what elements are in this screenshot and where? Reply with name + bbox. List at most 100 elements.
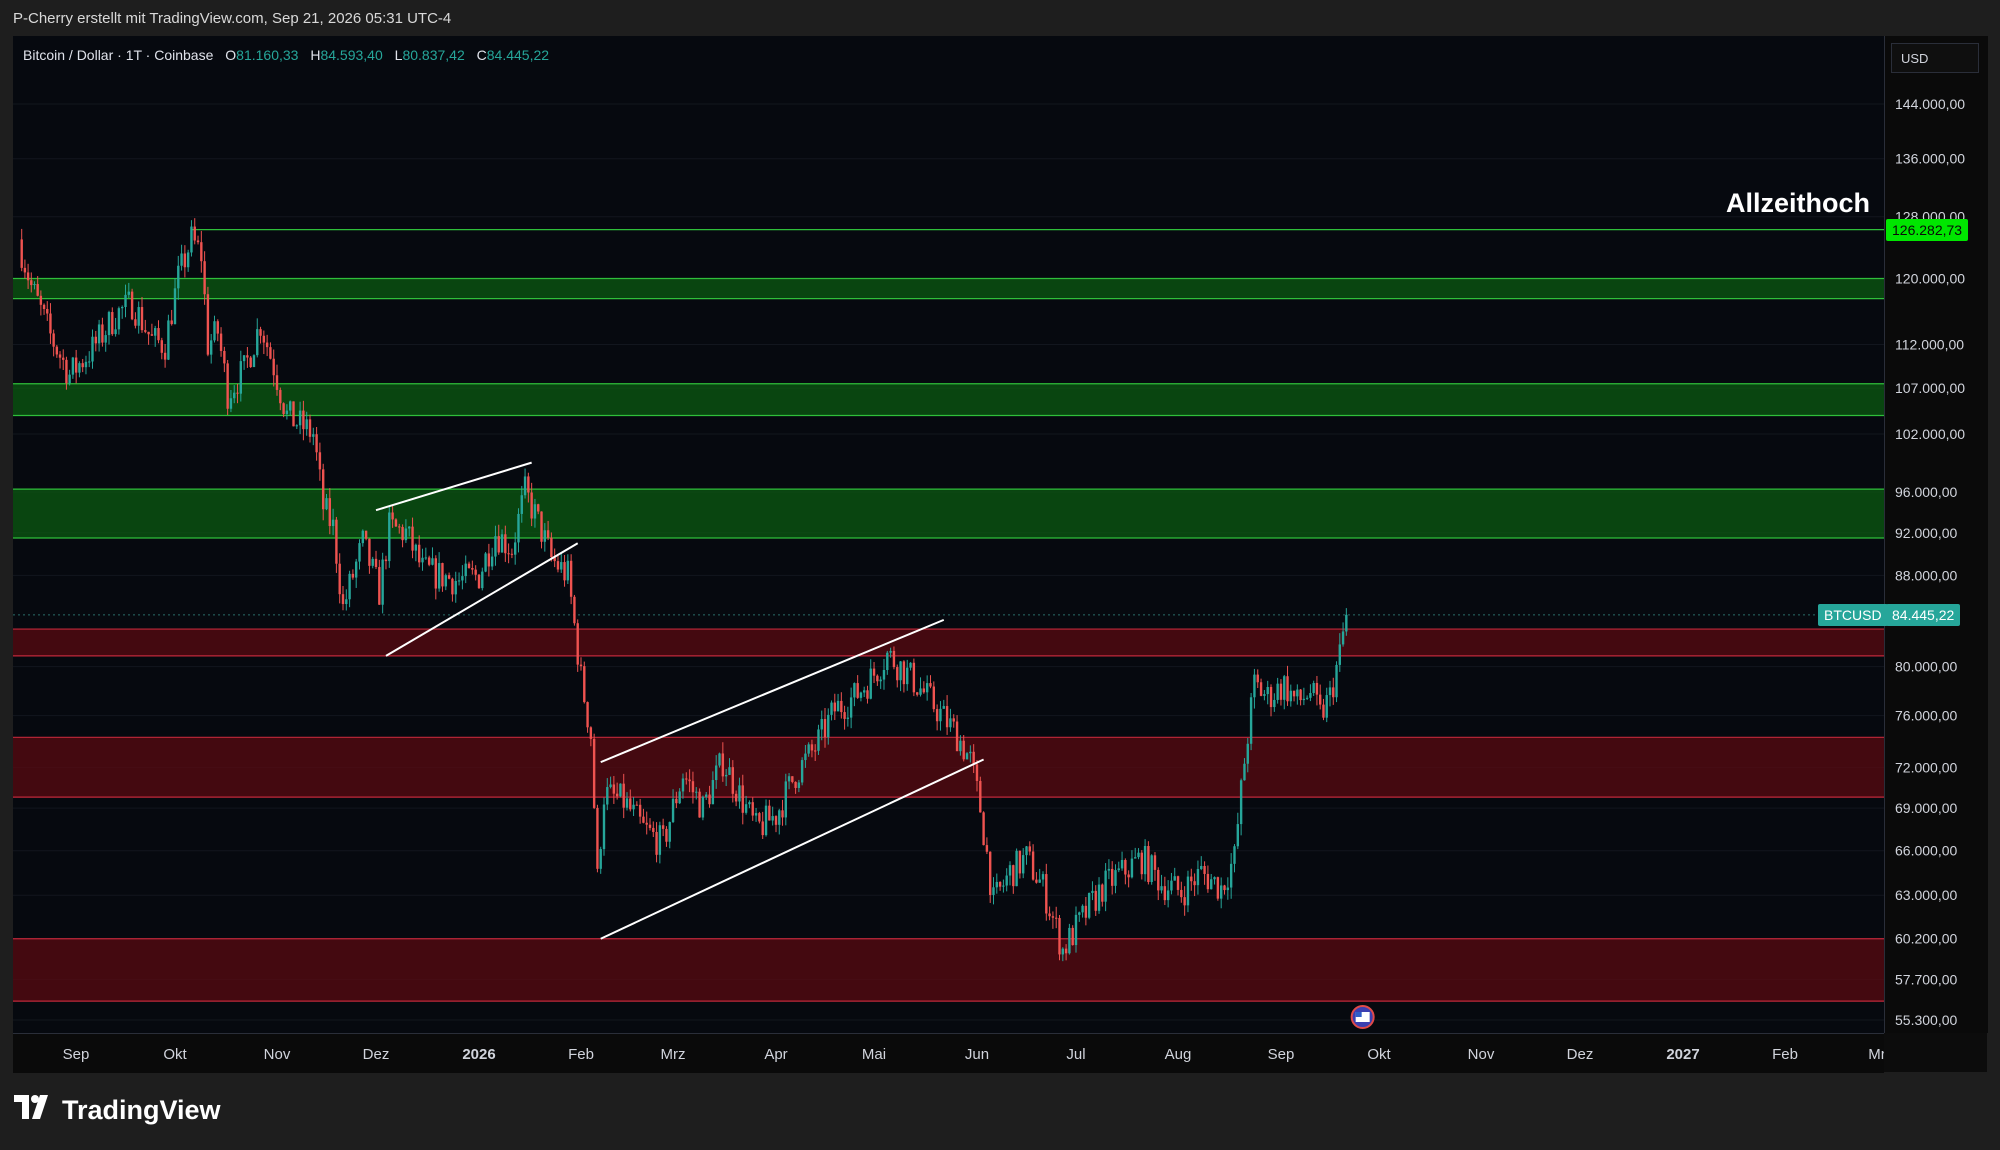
candle-up bbox=[728, 767, 731, 775]
candle-up bbox=[256, 329, 259, 356]
candle-up bbox=[1345, 614, 1348, 632]
candle-down bbox=[1203, 865, 1206, 874]
currency-selector[interactable]: USD bbox=[1891, 43, 1979, 73]
tradingview-logo[interactable]: TradingView bbox=[14, 1095, 221, 1126]
candle-down bbox=[477, 574, 481, 589]
candle-down bbox=[335, 519, 338, 564]
candle-down bbox=[912, 662, 916, 693]
candle-up bbox=[1289, 690, 1292, 702]
candle-up bbox=[298, 410, 302, 426]
candle-down bbox=[308, 419, 312, 437]
candle-down bbox=[688, 779, 691, 782]
candle-up bbox=[97, 324, 101, 344]
candle-up bbox=[771, 816, 774, 821]
candle-up bbox=[797, 782, 801, 788]
candle-down bbox=[1140, 852, 1144, 875]
candle-down bbox=[101, 324, 104, 343]
candle-down bbox=[368, 538, 371, 566]
chart-svg[interactable] bbox=[13, 36, 1884, 1033]
time-axis[interactable]: Sep Okt Nov Dez 2026 Feb Mrz Apr Mai Jun Jul Aug Sep… bbox=[13, 1033, 1886, 1073]
time-tick-label: 2027 bbox=[1666, 1046, 1699, 1063]
price-axis[interactable]: 144.000,00 136.000,00 128.000,00 120.000,00… bbox=[1884, 36, 1988, 1033]
candle-up bbox=[1338, 644, 1341, 665]
candle-up bbox=[807, 744, 810, 754]
tradingview-logo-icon bbox=[14, 1095, 54, 1126]
candle-up bbox=[1341, 631, 1345, 645]
candle-down bbox=[282, 403, 285, 414]
candle-down bbox=[823, 719, 827, 738]
candle-down bbox=[411, 526, 414, 551]
candle-up bbox=[969, 751, 972, 754]
price-tick-label: 144.000,00 bbox=[1895, 96, 1965, 112]
candle-down bbox=[989, 851, 992, 895]
candle-down bbox=[341, 594, 345, 605]
candle-up bbox=[213, 321, 216, 341]
candle-up bbox=[882, 670, 886, 680]
plot-area[interactable] bbox=[13, 36, 1884, 1033]
candle-down bbox=[665, 828, 668, 842]
candle-down bbox=[58, 354, 62, 358]
candle-up bbox=[424, 557, 428, 559]
candle-down bbox=[30, 280, 33, 286]
candle-down bbox=[262, 335, 266, 343]
candle-down bbox=[691, 781, 695, 793]
candle-up bbox=[748, 802, 751, 805]
candle-up bbox=[695, 791, 698, 793]
candle-down bbox=[708, 794, 711, 805]
candle-up bbox=[1104, 870, 1107, 902]
candle-up bbox=[88, 361, 91, 363]
time-tick-label: Aug bbox=[1165, 1046, 1192, 1063]
candle-down bbox=[384, 559, 388, 562]
candle-down bbox=[1031, 851, 1035, 880]
candle-down bbox=[183, 253, 187, 268]
candle-down bbox=[645, 822, 648, 825]
high-value: 84.593,40 bbox=[320, 47, 383, 63]
candle-down bbox=[1127, 874, 1130, 878]
time-tick-label: Mr bbox=[1868, 1046, 1884, 1063]
candle-up bbox=[1253, 674, 1256, 698]
candle-up bbox=[1005, 875, 1008, 886]
candle-up bbox=[421, 557, 424, 563]
candle-down bbox=[398, 526, 401, 528]
candle-up bbox=[1170, 880, 1173, 891]
candle-up bbox=[1273, 699, 1276, 708]
candle-down bbox=[872, 668, 876, 676]
candle-down bbox=[979, 780, 982, 813]
candle-up bbox=[919, 688, 922, 695]
candle-down bbox=[36, 284, 39, 296]
candle-up bbox=[78, 363, 81, 373]
candle-down bbox=[896, 667, 899, 681]
price-tick-label: 66.000,00 bbox=[1895, 843, 1957, 859]
candle-up bbox=[830, 702, 833, 715]
candle-down bbox=[206, 294, 210, 355]
candle-up bbox=[668, 822, 671, 842]
candle-down bbox=[975, 764, 979, 781]
candle-up bbox=[345, 599, 348, 605]
resistance-zone bbox=[13, 489, 1884, 539]
candle-up bbox=[1239, 780, 1243, 825]
candle-down bbox=[200, 242, 203, 262]
candle-up bbox=[454, 580, 457, 595]
candle-down bbox=[661, 825, 665, 829]
price-tick-label: 96.000,00 bbox=[1895, 484, 1957, 500]
candle-down bbox=[1286, 676, 1289, 702]
candle-up bbox=[959, 740, 962, 752]
candle-down bbox=[216, 321, 219, 334]
candle-down bbox=[945, 706, 949, 728]
candle-up bbox=[714, 765, 718, 781]
candle-down bbox=[629, 798, 632, 810]
candle-up bbox=[239, 361, 243, 394]
candle-down bbox=[556, 561, 560, 570]
candle-up bbox=[566, 560, 570, 581]
candle-down bbox=[866, 690, 869, 699]
candle-down bbox=[902, 661, 906, 685]
candle-down bbox=[42, 304, 46, 309]
candle-up bbox=[444, 575, 447, 587]
candle-down bbox=[675, 798, 678, 804]
candle-down bbox=[932, 686, 936, 710]
candle-up bbox=[543, 530, 547, 542]
candle-up bbox=[84, 361, 88, 368]
candle-up bbox=[869, 668, 872, 699]
candle-up bbox=[457, 580, 461, 582]
price-tick-label: 80.000,00 bbox=[1895, 659, 1957, 675]
